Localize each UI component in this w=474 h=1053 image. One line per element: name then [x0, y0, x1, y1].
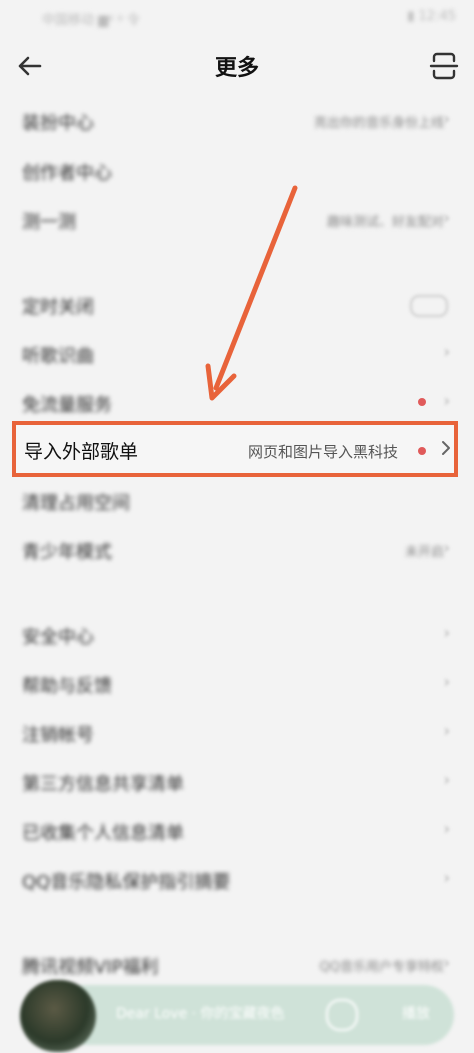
menu-item-clear-cache[interactable]: 清理占用空间 — [0, 476, 474, 525]
menu-item-label: 注销帐号 — [22, 725, 94, 746]
menu-item-label: 听歌识曲 — [22, 346, 94, 367]
menu-item-label: 已收集个人信息清单 — [22, 823, 184, 844]
play-icon[interactable] — [326, 999, 358, 1031]
now-playing-text: Dear Love · 你的宝藏夜色 — [116, 1006, 285, 1022]
notification-dot — [418, 447, 426, 455]
chevron-right-icon: › — [443, 953, 450, 972]
menu-item-label: 腾讯视频VIP福利 — [22, 957, 159, 978]
chevron-right-icon: › — [443, 868, 450, 887]
player-control[interactable]: 播放 — [402, 1003, 430, 1023]
timer-toggle[interactable] — [410, 295, 448, 317]
menu-item-privacy-summary[interactable]: QQ音乐隐私保护指引摘要 › — [0, 855, 474, 904]
mini-player[interactable]: Dear Love · 你的宝藏夜色 播放 — [20, 980, 454, 1052]
chevron-right-icon: › — [443, 819, 450, 838]
album-cover[interactable] — [20, 980, 96, 1052]
menu-item-third-party-sharing[interactable]: 第三方信息共享清单 › — [0, 757, 474, 806]
carrier-signal: 中国移动 ▆ᵍ ᵍ 令 — [42, 13, 140, 28]
menu-item-label: QQ音乐隐私保护指引摘要 — [22, 872, 231, 893]
menu-item-label: 测一测 — [22, 212, 76, 233]
chevron-right-icon: › — [443, 109, 450, 128]
menu-item-free-data[interactable]: 免流量服务 › — [0, 378, 474, 427]
chevron-right-icon: › — [443, 623, 450, 642]
menu-item-security-center[interactable]: 安全中心 › — [0, 610, 474, 659]
menu-item-label: 清理占用空间 — [22, 493, 130, 514]
menu-item-label: 免流量服务 — [22, 395, 112, 416]
battery-time: ▮ 12:45 — [407, 9, 456, 24]
menu-item-label: 帮助与反馈 — [22, 676, 112, 697]
chevron-right-icon: › — [443, 721, 450, 740]
menu-item-value: 趣味测试、好友配对 — [326, 215, 444, 230]
menu-item-label: 安全中心 — [22, 627, 94, 648]
menu-item-label: 导入外部歌单 — [24, 441, 139, 463]
chevron-right-icon: › — [443, 391, 450, 410]
menu-item-import-playlist[interactable]: 导入外部歌单 网页和图片导入黑科技 — [12, 421, 458, 477]
menu-item-value: 未开启 — [404, 545, 444, 560]
chevron-right-icon: › — [443, 770, 450, 789]
status-bar: 中国移动 ▆ᵍ ᵍ 令 ▮ 12:45 — [0, 0, 474, 36]
menu-item-creator-center[interactable]: 创作者中心 — [0, 146, 474, 195]
menu-item-sleep-timer[interactable]: 定时关闭 — [0, 280, 474, 329]
menu-item-help-feedback[interactable]: 帮助与反馈 › — [0, 659, 474, 708]
menu-item-value: QQ音乐用户专享特权 — [319, 960, 444, 975]
menu-item-value: 网页和图片导入黑科技 — [248, 443, 399, 461]
menu-item-test[interactable]: 测一测 趣味测试、好友配对 › — [0, 195, 474, 244]
scan-icon[interactable] — [428, 50, 460, 82]
menu-item-label: 第三方信息共享清单 — [22, 774, 184, 795]
notification-dot — [418, 398, 426, 406]
chevron-right-icon: › — [443, 538, 450, 557]
chevron-right-icon: › — [443, 208, 450, 227]
header: 更多 — [0, 36, 474, 96]
menu-item-teen-mode[interactable]: 青少年模式 未开启 › — [0, 525, 474, 574]
chevron-right-icon: › — [443, 342, 450, 361]
menu-item-delete-account[interactable]: 注销帐号 › — [0, 708, 474, 757]
menu-item-song-recognition[interactable]: 听歌识曲 › — [0, 329, 474, 378]
chevron-right-icon: › — [443, 672, 450, 691]
menu-item-label: 创作者中心 — [22, 163, 112, 184]
menu-item-decoration-center[interactable]: 装扮中心 亮出你的音乐身份上线 › — [0, 96, 474, 145]
menu-item-label: 定时关闭 — [22, 297, 94, 318]
menu-item-label: 装扮中心 — [22, 113, 94, 134]
page-title: 更多 — [214, 56, 259, 81]
menu-item-collected-info[interactable]: 已收集个人信息清单 › — [0, 806, 474, 855]
menu-item-label: 青少年模式 — [22, 542, 112, 563]
menu-item-value: 亮出你的音乐身份上线 — [313, 116, 444, 131]
chevron-right-icon — [442, 441, 450, 455]
